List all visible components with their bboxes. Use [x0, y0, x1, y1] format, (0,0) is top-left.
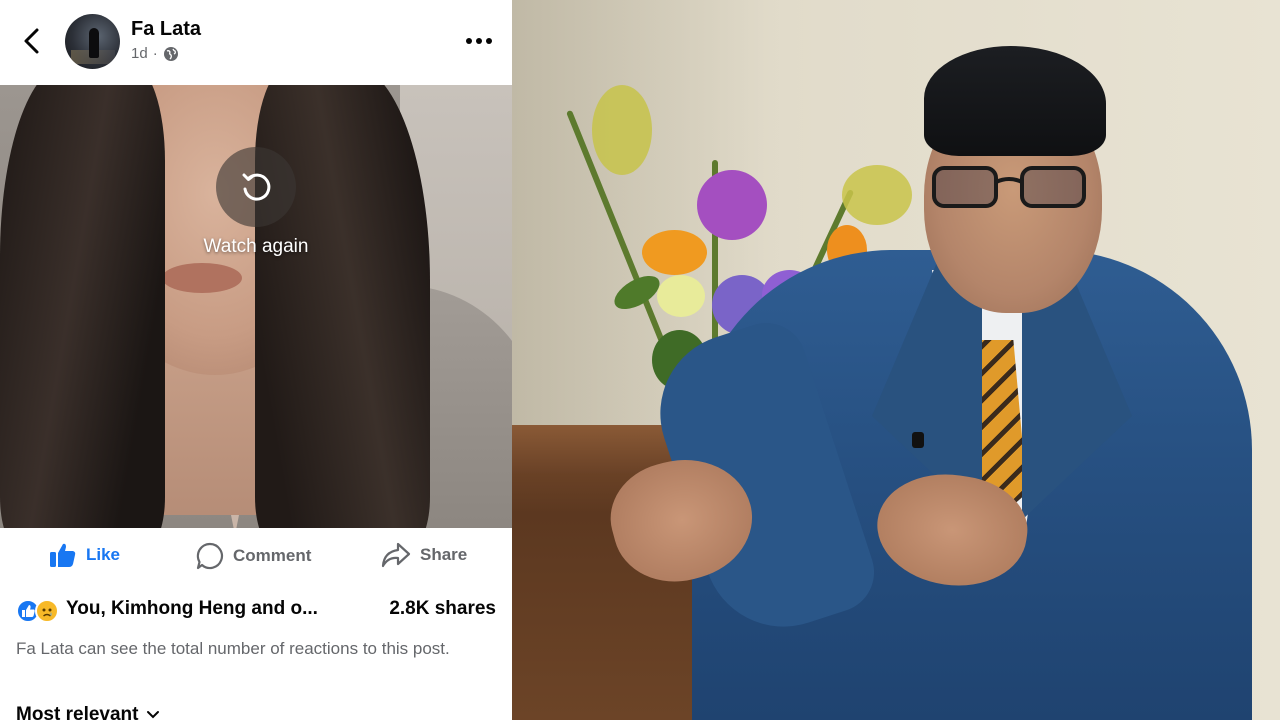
lapel-microphone: [912, 432, 924, 448]
globe-icon: [163, 46, 178, 61]
sad-reaction-icon: [35, 599, 59, 623]
glasses: [932, 166, 1086, 208]
back-button[interactable]: [20, 26, 46, 56]
video-hair-right: [255, 85, 430, 528]
avatar-figure: [89, 28, 99, 58]
purple-calla: [697, 170, 767, 240]
facebook-post: Fa Lata 1d · Watch again Like Comment Sh…: [0, 0, 512, 720]
post-actions: Like Comment Share: [0, 528, 512, 584]
more-options-button[interactable]: [462, 30, 496, 52]
sort-label: Most relevant: [16, 704, 139, 720]
post-meta: 1d ·: [131, 45, 179, 62]
comment-sort-dropdown[interactable]: Most relevant: [16, 704, 160, 720]
comment-bubble-icon: [196, 542, 224, 570]
more-horizontal-icon: [466, 38, 492, 44]
author-name[interactable]: Fa Lata: [131, 18, 201, 41]
chevron-left-icon: [24, 28, 39, 54]
reactions-summary[interactable]: You, Kimhong Heng and o...: [66, 598, 318, 620]
thumbs-up-icon: [50, 543, 76, 567]
yellow-blossom: [592, 85, 652, 175]
like-label: Like: [86, 545, 121, 564]
share-button[interactable]: Share: [381, 542, 467, 568]
avatar[interactable]: [65, 14, 120, 69]
share-arrow-icon: [381, 542, 411, 568]
orange-lily: [642, 230, 707, 275]
video-hair-left: [0, 85, 165, 528]
replay-icon: [242, 173, 271, 201]
post-header: Fa Lata 1d ·: [0, 0, 512, 85]
meta-separator: ·: [152, 45, 158, 62]
comment-label: Comment: [233, 546, 312, 565]
shares-count[interactable]: 2.8K shares: [389, 598, 496, 620]
reaction-icons[interactable]: [16, 599, 62, 623]
pale-flower: [657, 275, 705, 317]
share-label: Share: [420, 545, 468, 564]
reaction-visibility-note: Fa Lata can see the total number of reac…: [16, 639, 450, 658]
like-button[interactable]: Like: [49, 542, 120, 568]
chevron-down-icon: [147, 711, 160, 719]
video-player[interactable]: Watch again: [0, 85, 512, 528]
yellow-blossom: [842, 165, 912, 225]
video-lips: [162, 263, 242, 293]
post-age[interactable]: 1d: [131, 45, 148, 62]
interview-photo: [512, 0, 1280, 720]
hair: [924, 46, 1106, 156]
replay-button[interactable]: [216, 147, 296, 227]
comment-button[interactable]: Comment: [196, 542, 311, 570]
watch-again-label[interactable]: Watch again: [156, 236, 356, 258]
reactions-row: You, Kimhong Heng and o... 2.8K shares: [16, 598, 496, 624]
